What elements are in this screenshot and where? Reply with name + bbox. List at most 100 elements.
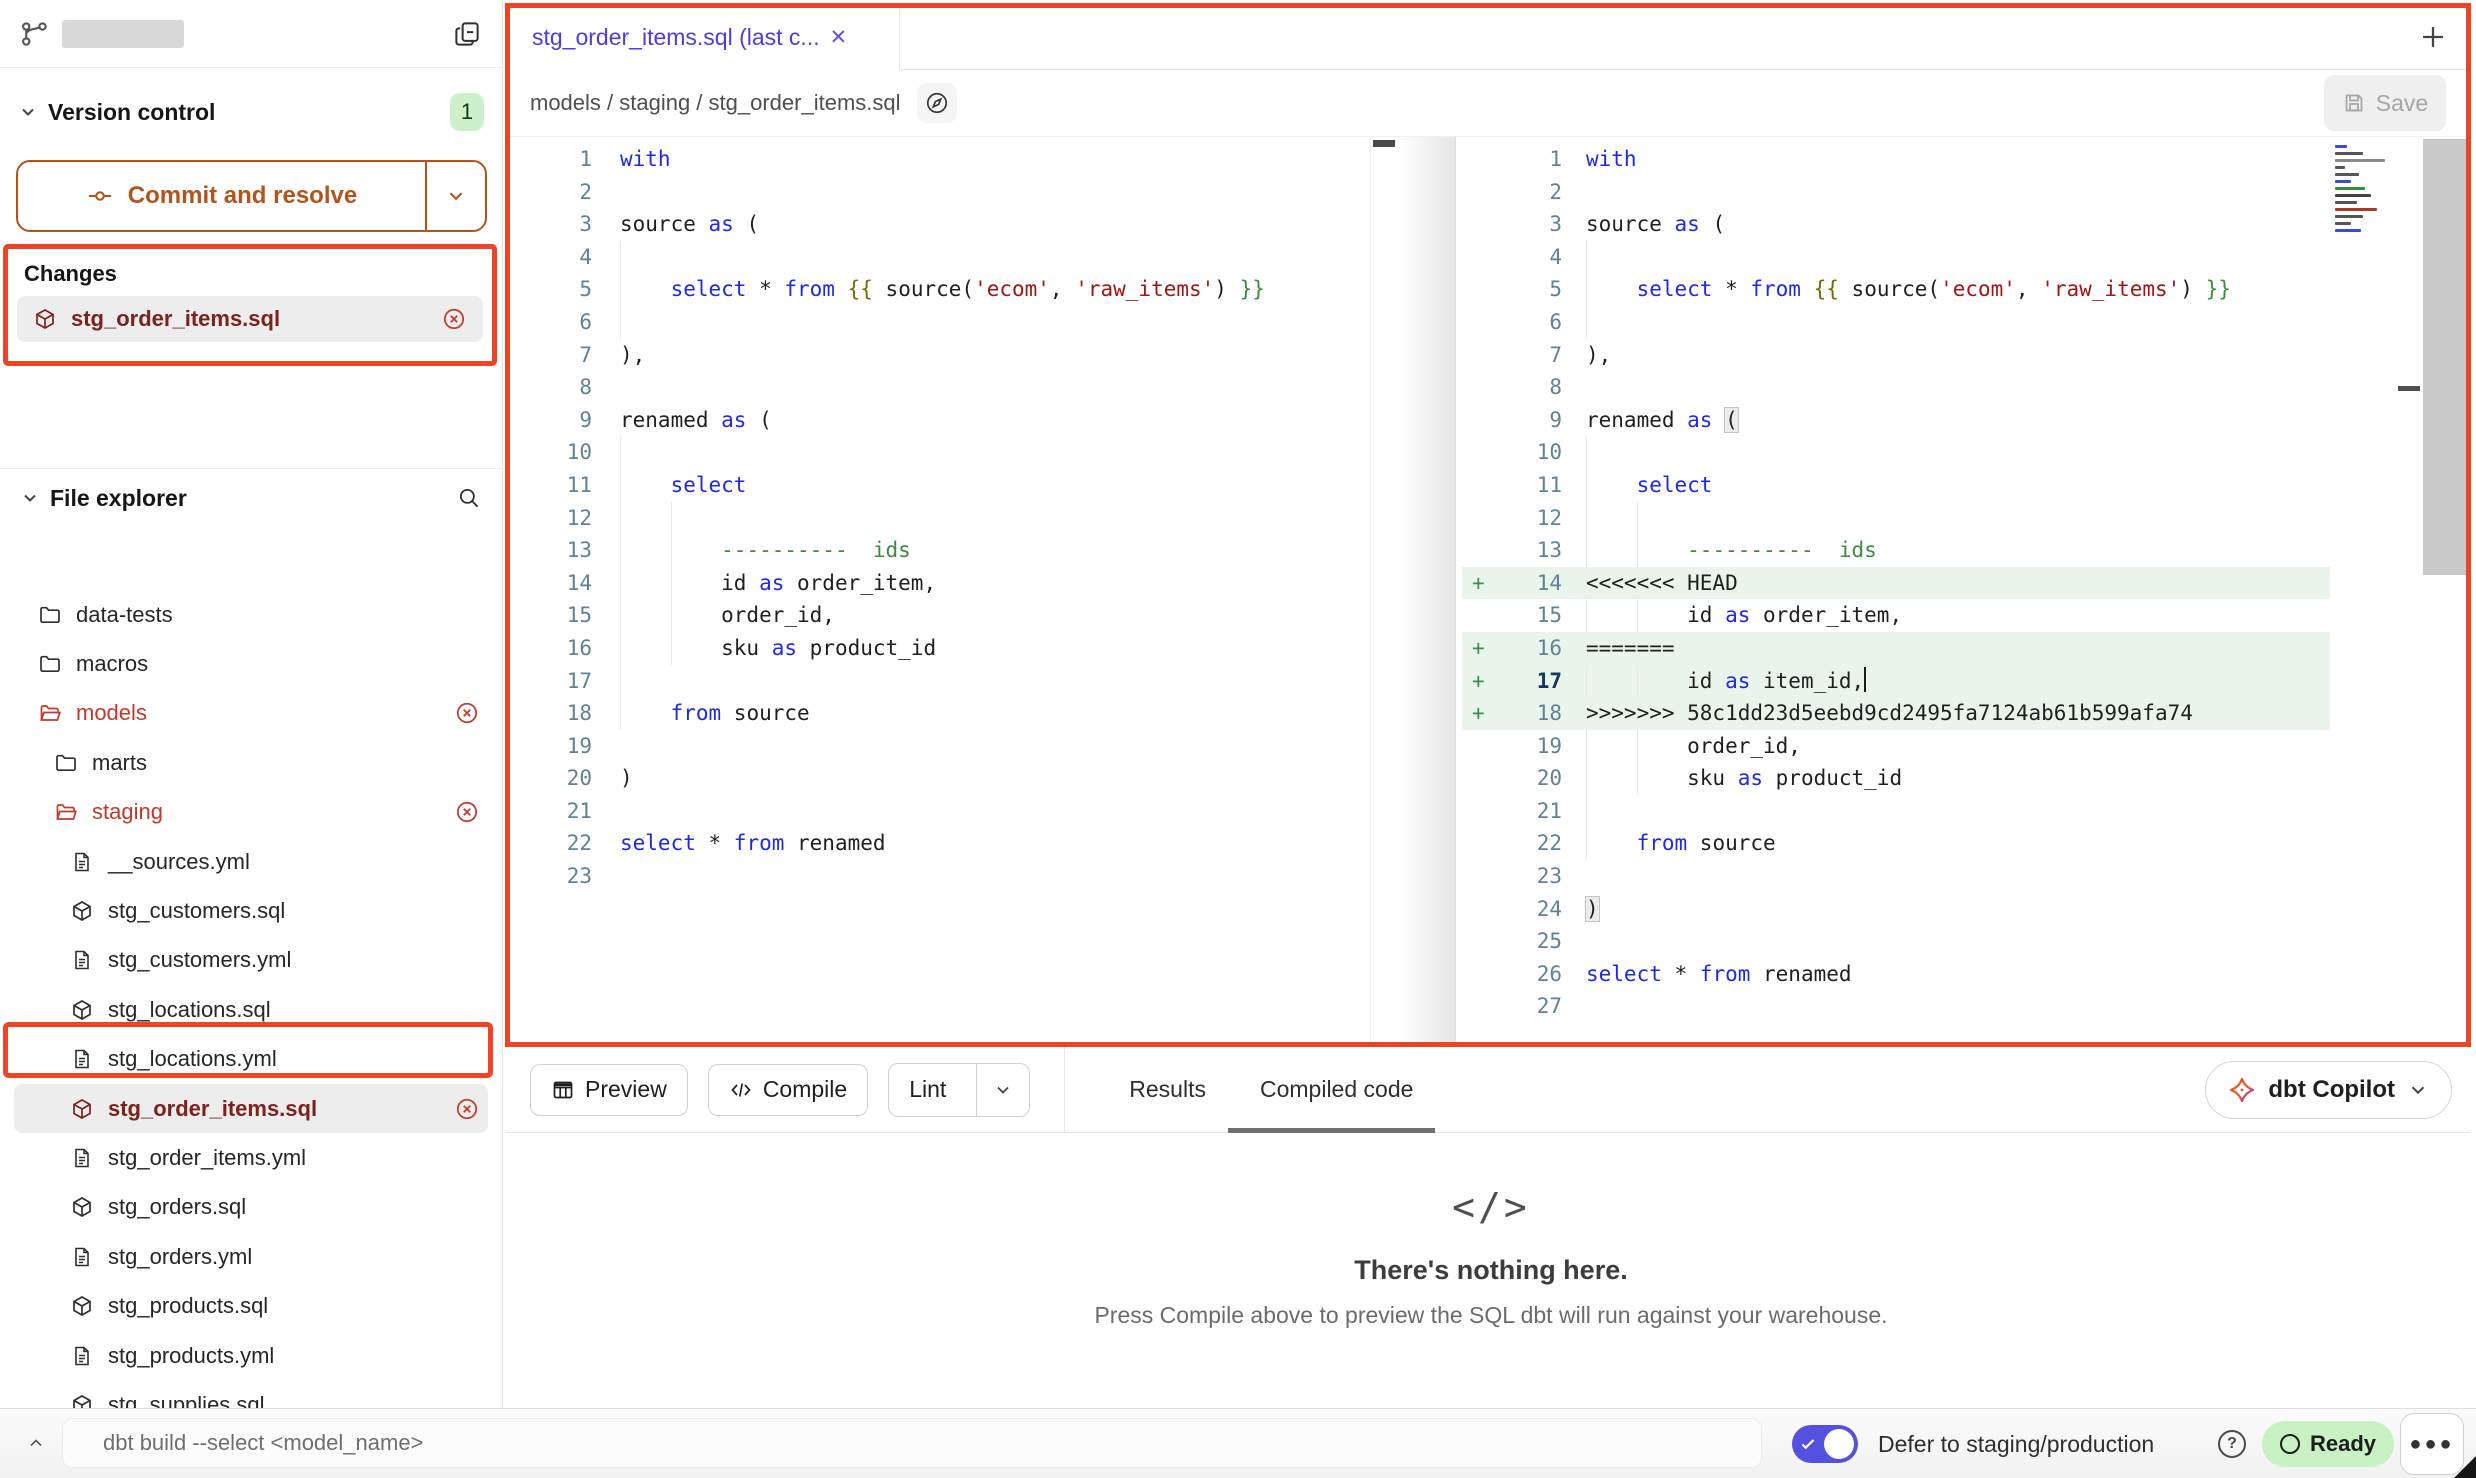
commit-and-resolve-main[interactable]: Commit and resolve: [18, 162, 425, 230]
code-line[interactable]: 25: [1462, 925, 2330, 958]
file-item-stg_orders.yml[interactable]: stg_orders.yml: [0, 1232, 502, 1281]
version-control-section-header[interactable]: Version control 1: [18, 92, 484, 132]
code-line[interactable]: 11 select: [506, 469, 1370, 502]
code-line[interactable]: 21: [1462, 795, 2330, 828]
revert-file-icon[interactable]: [454, 1096, 480, 1122]
code-line[interactable]: 7),: [1462, 339, 2330, 372]
code-line[interactable]: 8: [1462, 371, 2330, 404]
file-item-__sources.yml[interactable]: __sources.yml: [0, 837, 502, 886]
copy-files-icon[interactable]: [452, 19, 482, 49]
code-line[interactable]: +17 id as item_id,: [1462, 665, 2330, 698]
code-line[interactable]: 22 from source: [1462, 827, 2330, 860]
code-line[interactable]: 17: [506, 665, 1370, 698]
ready-status-badge[interactable]: Ready: [2262, 1421, 2394, 1467]
code-line[interactable]: 12: [506, 502, 1370, 535]
code-line[interactable]: 18 from source: [506, 697, 1370, 730]
code-line[interactable]: 14 id as order_item,: [506, 567, 1370, 600]
left-pane-scrollbar[interactable]: [1370, 137, 1398, 1045]
code-line[interactable]: 9renamed as (: [506, 404, 1370, 437]
search-icon[interactable]: [456, 485, 482, 511]
code-line[interactable]: +14<<<<<<< HEAD: [1462, 567, 2330, 600]
file-item-stg_customers.yml[interactable]: stg_customers.yml: [0, 936, 502, 985]
code-line[interactable]: 8: [506, 371, 1370, 404]
preview-button[interactable]: Preview: [530, 1064, 688, 1116]
file-item-marts[interactable]: marts: [0, 738, 502, 787]
code-line[interactable]: 1with: [506, 143, 1370, 176]
lineage-compass-icon[interactable]: [917, 83, 957, 123]
code-line[interactable]: 26select * from renamed: [1462, 958, 2330, 991]
code-line[interactable]: 12: [1462, 502, 2330, 535]
command-input[interactable]: [62, 1418, 1762, 1468]
file-item-stg_products.yml[interactable]: stg_products.yml: [0, 1331, 502, 1380]
commit-options-caret[interactable]: [425, 162, 485, 230]
tab-stg-order-items[interactable]: stg_order_items.sql (last c... ✕: [510, 4, 900, 70]
commit-and-resolve-button[interactable]: Commit and resolve: [16, 160, 487, 232]
code-line[interactable]: +16=======: [1462, 632, 2330, 665]
file-item-stg_customers.sql[interactable]: stg_customers.sql: [0, 886, 502, 935]
changed-file-row[interactable]: stg_order_items.sql: [17, 296, 483, 342]
code-line[interactable]: 15 id as order_item,: [1462, 599, 2330, 632]
code-line[interactable]: 1with: [1462, 143, 2330, 176]
code-line[interactable]: 6: [506, 306, 1370, 339]
code-line[interactable]: 10: [1462, 436, 2330, 469]
code-line[interactable]: 23: [506, 860, 1370, 893]
file-item-stg_locations.sql[interactable]: stg_locations.sql: [0, 985, 502, 1034]
file-item-stg_order_items.sql[interactable]: stg_order_items.sql: [14, 1084, 488, 1133]
revert-file-icon[interactable]: [454, 799, 480, 825]
code-line[interactable]: 27: [1462, 990, 2330, 1023]
diff-pane-modified[interactable]: 1with23source as (45 select * from {{ so…: [1462, 137, 2330, 1045]
code-line[interactable]: 15 order_id,: [506, 599, 1370, 632]
code-line[interactable]: 10: [506, 436, 1370, 469]
code-line[interactable]: 7),: [506, 339, 1370, 372]
new-tab-plus-icon[interactable]: [2418, 22, 2448, 52]
file-item-data-tests[interactable]: data-tests: [0, 590, 502, 639]
code-line[interactable]: 24): [1462, 893, 2330, 926]
code-line[interactable]: 5 select * from {{ source('ecom', 'raw_i…: [1462, 273, 2330, 306]
code-line[interactable]: 2: [1462, 176, 2330, 209]
dbt-copilot-button[interactable]: dbt Copilot: [2205, 1061, 2452, 1119]
tab-close-icon[interactable]: ✕: [830, 25, 848, 50]
chevron-up-icon[interactable]: [26, 1433, 46, 1453]
file-item-stg_products.sql[interactable]: stg_products.sql: [0, 1281, 502, 1330]
code-line[interactable]: 3source as (: [1462, 208, 2330, 241]
file-explorer-header[interactable]: File explorer: [0, 469, 502, 527]
code-line[interactable]: 4: [1462, 241, 2330, 274]
tab-compiled-code[interactable]: Compiled code: [1260, 1047, 1413, 1133]
file-item-stg_locations.yml[interactable]: stg_locations.yml: [0, 1035, 502, 1084]
code-line[interactable]: 22select * from renamed: [506, 827, 1370, 860]
code-line[interactable]: 5 select * from {{ source('ecom', 'raw_i…: [506, 273, 1370, 306]
revert-file-icon[interactable]: [441, 306, 467, 332]
file-item-macros[interactable]: macros: [0, 639, 502, 688]
code-line[interactable]: 19: [506, 730, 1370, 763]
code-line[interactable]: 13 ---------- ids: [506, 534, 1370, 567]
diff-pane-original[interactable]: 1with23source as (45 select * from {{ so…: [506, 137, 1370, 1045]
file-item-stg_orders.sql[interactable]: stg_orders.sql: [0, 1183, 502, 1232]
code-line[interactable]: 4: [506, 241, 1370, 274]
defer-toggle[interactable]: [1792, 1425, 1858, 1463]
code-line[interactable]: 13 ---------- ids: [1462, 534, 2330, 567]
file-item-models[interactable]: models: [0, 689, 502, 738]
scrollbar-thumb[interactable]: [1373, 140, 1395, 147]
code-line[interactable]: 2: [506, 176, 1370, 209]
code-line[interactable]: 20 sku as product_id: [1462, 762, 2330, 795]
code-line[interactable]: 11 select: [1462, 469, 2330, 502]
save-button[interactable]: Save: [2324, 75, 2446, 131]
lint-button-label[interactable]: Lint: [889, 1064, 966, 1116]
compile-button[interactable]: Compile: [708, 1064, 868, 1116]
code-line[interactable]: 21: [506, 795, 1370, 828]
code-line[interactable]: 20): [506, 762, 1370, 795]
code-line[interactable]: 19 order_id,: [1462, 730, 2330, 763]
code-line[interactable]: 3source as (: [506, 208, 1370, 241]
help-icon[interactable]: ?: [2218, 1430, 2246, 1458]
code-line[interactable]: 6: [1462, 306, 2330, 339]
code-line[interactable]: 9renamed as (: [1462, 404, 2330, 437]
code-line[interactable]: +18>>>>>>> 58c1dd23d5eebd9cd2495fa7124ab…: [1462, 697, 2330, 730]
right-pane-scrollbar-thumb[interactable]: [2423, 139, 2467, 575]
minimap[interactable]: [2335, 145, 2393, 320]
tab-results[interactable]: Results: [1129, 1047, 1206, 1133]
lint-options-caret[interactable]: [976, 1064, 1029, 1116]
file-item-staging[interactable]: staging: [0, 788, 502, 837]
lint-split-button[interactable]: Lint: [888, 1063, 1030, 1117]
code-line[interactable]: 23: [1462, 860, 2330, 893]
code-line[interactable]: 16 sku as product_id: [506, 632, 1370, 665]
